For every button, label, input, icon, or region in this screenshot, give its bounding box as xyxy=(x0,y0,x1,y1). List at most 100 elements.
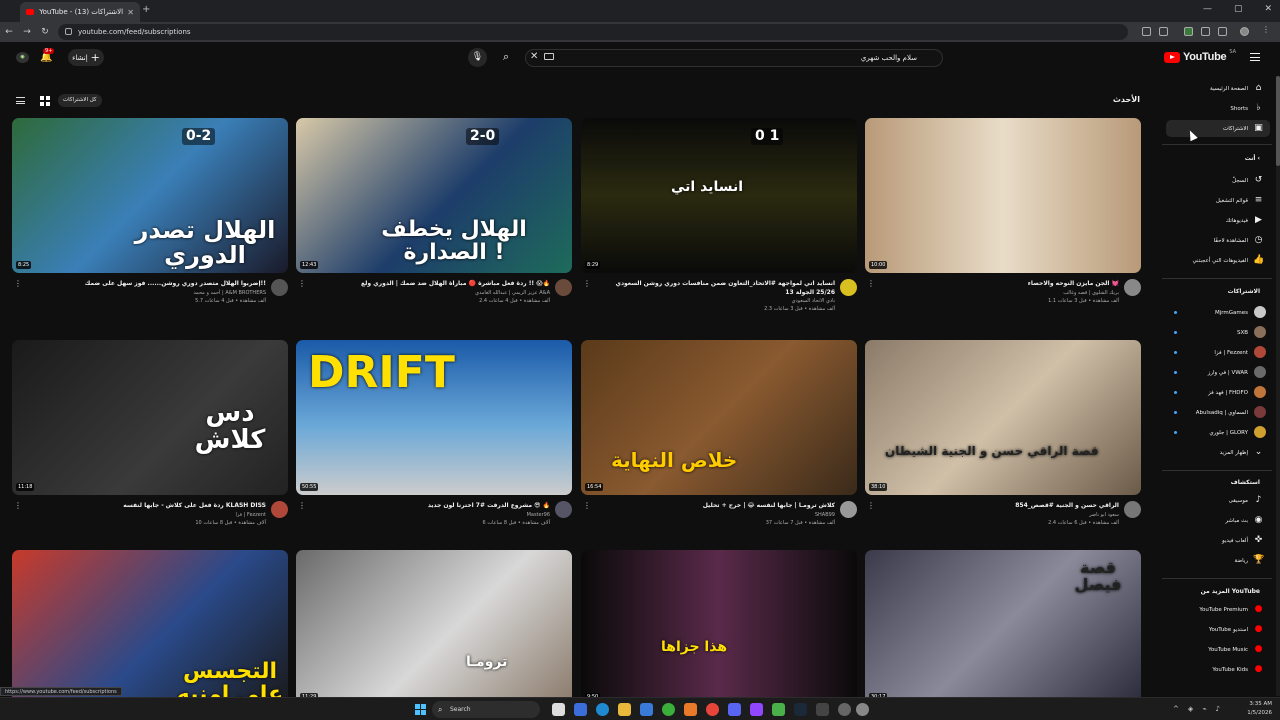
address-bar[interactable]: youtube.com/feed/subscriptions xyxy=(58,24,1128,40)
sidebar-subscription[interactable]: Abulsadiq | السماوي xyxy=(1166,404,1270,421)
scrollbar-thumb[interactable] xyxy=(1276,76,1280,166)
video-thumbnail[interactable]: التجسس على امنيه xyxy=(12,550,288,705)
sidebar-you-heading[interactable]: أنت ‹ xyxy=(1245,155,1260,162)
start-icon[interactable] xyxy=(415,704,426,715)
video-title[interactable]: إضربوا الهلال متصدر دوري روشن...... فوز … xyxy=(26,279,266,288)
video-card[interactable]: DRIFT 50:55 مشروع الدرفت #7 اخترنا لون جدي… xyxy=(296,340,572,549)
video-thumbnail[interactable]: دس كلاش 11:18 xyxy=(12,340,288,495)
app-icon[interactable] xyxy=(684,703,697,716)
video-card[interactable]: قصة فيصل30:17 xyxy=(865,550,1141,705)
extensions-puzzle-icon[interactable] xyxy=(1218,27,1227,36)
video-thumbnail[interactable]: الهلال يخطف الصدارة ! 2-0 12:43 xyxy=(296,118,572,273)
sidebar-item-sports[interactable]: رياضة 🏆 xyxy=(1166,552,1270,569)
browser-menu-icon[interactable]: ⋮ xyxy=(1262,25,1271,34)
all-subscriptions-button[interactable]: كل الاشتراكات xyxy=(58,94,102,107)
bookmark-star-icon[interactable] xyxy=(1159,27,1168,36)
reload-icon[interactable]: ↻ xyxy=(36,27,54,37)
channel-avatar[interactable] xyxy=(840,501,857,518)
translate-icon[interactable] xyxy=(1201,27,1210,36)
sidebar-item-live[interactable]: بث مباشر ◉ xyxy=(1166,512,1270,529)
extension-icon[interactable] xyxy=(1184,27,1193,36)
channel-name[interactable]: بريك الشلوي | قصه وغالب xyxy=(879,290,1119,296)
video-card[interactable]: 10:00 الجن مايزن النوحه والاحصاء 💓 بريك ال… xyxy=(865,118,1141,327)
back-icon[interactable]: ← xyxy=(0,27,18,37)
channel-avatar[interactable] xyxy=(555,279,572,296)
channel-avatar[interactable] xyxy=(271,279,288,296)
more-actions-icon[interactable]: ⋮ xyxy=(14,279,22,288)
video-card[interactable]: خلاص النهاية 16:54 كلاش ترومـا | جابها لنف… xyxy=(581,340,857,549)
account-avatar[interactable]: ◉ xyxy=(16,52,29,63)
sidebar-item-youtube-product[interactable]: YouTube Music ● xyxy=(1166,641,1270,658)
browser-tab-youtube[interactable]: YouTube - الاشتراكات (13) ✕ xyxy=(20,2,140,22)
channel-name[interactable]: عزيز الريمي | عبدالله الغامدي A&A xyxy=(310,290,550,296)
close-window-icon[interactable]: ✕ xyxy=(1264,4,1272,14)
sidebar-item-gaming[interactable]: ألعاب فيديو ✜ xyxy=(1166,532,1270,549)
steam-icon[interactable] xyxy=(794,703,807,716)
nvidia-icon[interactable] xyxy=(772,703,785,716)
sidebar-subscription[interactable]: فهد فز | FHDFO xyxy=(1166,384,1270,401)
video-title[interactable]: الجن مايزن النوحه والاحصاء 💓 xyxy=(879,279,1119,288)
video-card[interactable]: الهلال تصدر الدوري 0-2 8:25 إضربوا الهلال م… xyxy=(12,118,288,327)
sidebar-item-watch-later[interactable]: المشاهدة لاحقًا ◷ xyxy=(1166,232,1270,249)
minimize-icon[interactable]: — xyxy=(1203,4,1212,14)
clear-search-icon[interactable]: ✕ xyxy=(530,51,538,62)
sidebar-item-your-videos[interactable]: فيديوهاتك ▶ xyxy=(1166,212,1270,229)
video-card[interactable]: انسايد اتي 0 1 8:29 انسايد اتي لمواجهة #الا… xyxy=(581,118,857,327)
sidebar-item-youtube-product[interactable]: YouTube Premium ● xyxy=(1166,601,1270,618)
volume-icon[interactable]: ♪ xyxy=(1216,705,1220,713)
video-thumbnail[interactable]: قصة الراقي حسن و الجنية الشيطان 38:10 xyxy=(865,340,1141,495)
app-icon-2[interactable] xyxy=(816,703,829,716)
discord-icon[interactable] xyxy=(728,703,741,716)
xbox-icon[interactable] xyxy=(662,703,675,716)
video-card[interactable]: قصة الراقي حسن و الجنية الشيطان 38:10 854_… xyxy=(865,340,1141,549)
video-thumbnail[interactable]: 10:00 xyxy=(865,118,1141,273)
video-thumbnail[interactable]: هذا جزاها9:50 xyxy=(581,550,857,705)
network-icon[interactable]: ⌁ xyxy=(1202,705,1206,713)
channel-avatar[interactable] xyxy=(1124,501,1141,518)
video-card[interactable]: ترومـا11:29 xyxy=(296,550,572,705)
widgets-icon[interactable] xyxy=(574,703,587,716)
show-more-button[interactable]: إظهار المزيد ⌄ xyxy=(1166,444,1270,461)
channel-avatar[interactable] xyxy=(271,501,288,518)
guide-menu-icon[interactable] xyxy=(1250,53,1260,61)
video-title[interactable]: ردة فعل على كلاش - جابها لنفسه KLASH DIS… xyxy=(26,501,266,510)
more-actions-icon[interactable]: ⋮ xyxy=(867,501,875,510)
sidebar-item-youtube-product[interactable]: YouTube استديو ● xyxy=(1166,621,1270,638)
channel-name[interactable]: Master96 xyxy=(310,512,550,518)
more-actions-icon[interactable]: ⋮ xyxy=(867,279,875,288)
sidebar-subscription[interactable]: MjrmGames xyxy=(1166,304,1270,321)
channel-avatar[interactable] xyxy=(555,501,572,518)
channel-name[interactable]: فزا | Fezzent xyxy=(26,512,266,518)
sidebar-item-subscriptions[interactable]: الاشتراكات ▣ xyxy=(1166,120,1270,137)
channel-avatar[interactable] xyxy=(1124,279,1141,296)
site-info-icon[interactable] xyxy=(65,28,72,35)
search-icon[interactable]: ⌕ xyxy=(503,50,509,64)
video-title[interactable]: كلاش ترومـا | جابها لنفسه 😂 | خرج + تحلي… xyxy=(595,501,835,510)
sidebar-subscription[interactable]: جلوري | GLORY xyxy=(1166,424,1270,441)
video-thumbnail[interactable]: قصة فيصل30:17 xyxy=(865,550,1141,705)
video-title[interactable]: مشروع الدرفت #7 اخترنا لون جديد 😎 🔥 xyxy=(310,501,550,510)
video-card[interactable]: التجسس على امنيه xyxy=(12,550,288,705)
sidebar-item-youtube-product[interactable]: YouTube Kids ● xyxy=(1166,661,1270,678)
clock[interactable]: 3:35 AM 1/5/2026 xyxy=(1247,700,1272,718)
task-view-icon[interactable] xyxy=(552,703,565,716)
video-title[interactable]: انسايد اتي لمواجهة #الاتحاد_التعاون ضمن … xyxy=(595,279,835,297)
youtube-logo[interactable]: YouTube SA xyxy=(1163,49,1236,63)
maximize-icon[interactable]: ▢ xyxy=(1234,4,1243,14)
channel-avatar[interactable] xyxy=(840,279,857,296)
sidebar-subs-heading[interactable]: الاشتراكات xyxy=(1228,288,1260,295)
sidebar-item-music[interactable]: موسيقى ♪ xyxy=(1166,492,1270,509)
list-view-icon[interactable] xyxy=(16,97,25,104)
video-thumbnail[interactable]: انسايد اتي 0 1 8:29 xyxy=(581,118,857,273)
twitch-icon[interactable] xyxy=(750,703,763,716)
page-scrollbar[interactable] xyxy=(1276,76,1280,696)
sidebar-subscription[interactable]: في وارز | VWAR xyxy=(1166,364,1270,381)
video-thumbnail[interactable]: DRIFT 50:55 xyxy=(296,340,572,495)
more-actions-icon[interactable]: ⋮ xyxy=(583,279,591,288)
close-tab-icon[interactable]: ✕ xyxy=(127,8,134,17)
channel-name[interactable]: سعود ابو ناصر xyxy=(879,512,1119,518)
video-title[interactable]: 854_الراقي حسن و الجنية #قصص xyxy=(879,501,1119,510)
channel-name[interactable]: أحمد و محمد | A&M BROTHERS xyxy=(26,290,266,296)
video-thumbnail[interactable]: خلاص النهاية 16:54 xyxy=(581,340,857,495)
forward-icon[interactable]: → xyxy=(18,27,36,37)
